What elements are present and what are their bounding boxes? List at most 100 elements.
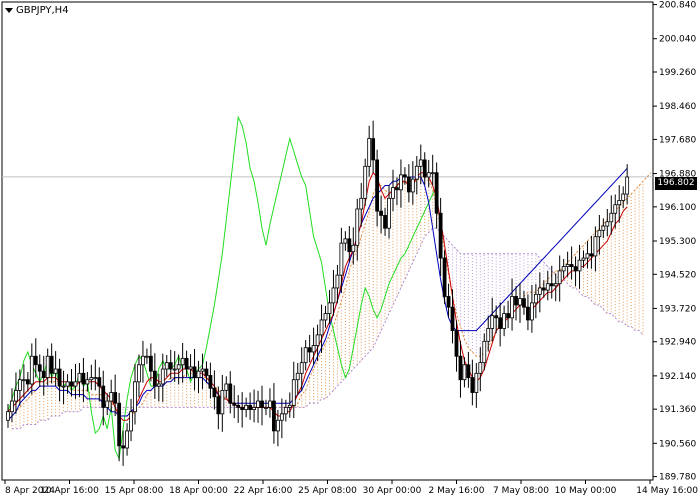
candle — [156, 373, 161, 402]
candle-body — [597, 229, 602, 238]
candle-body — [137, 364, 141, 383]
price-chart[interactable]: 200.840 200.040 199.260 198.460 197.680 196.8… — [0, 0, 700, 500]
candle-body — [462, 364, 467, 381]
candle — [152, 353, 157, 399]
candle — [109, 379, 114, 412]
candle-body — [49, 355, 54, 374]
candle-body — [613, 204, 618, 214]
candle-body — [184, 357, 189, 370]
candle-body — [454, 330, 459, 357]
candle — [133, 363, 137, 425]
dropdown-arrow-icon[interactable] — [5, 8, 13, 13]
candle-body — [355, 208, 360, 246]
candle-body — [402, 174, 407, 178]
x-tick-label: 10 Apr 16:00 — [40, 486, 99, 496]
candle — [514, 286, 518, 321]
candle — [375, 149, 380, 227]
candle — [69, 369, 74, 397]
candle-body — [319, 319, 324, 336]
candle-body — [148, 355, 153, 372]
candle-body — [375, 159, 380, 212]
candle-body — [41, 370, 46, 378]
y-axis-ticks: 200.840 200.040 199.260 198.460 197.680 196.8… — [653, 1, 696, 483]
candle-body — [268, 400, 272, 408]
candle — [434, 162, 439, 229]
candle-body — [291, 379, 296, 406]
candle-body — [518, 298, 522, 306]
candle-body — [172, 368, 177, 371]
candle — [561, 258, 566, 279]
candle — [577, 244, 582, 289]
candle — [367, 125, 372, 177]
candle — [351, 227, 356, 265]
candle — [252, 389, 256, 423]
candle-body — [565, 264, 570, 268]
candle-body — [327, 302, 332, 314]
x-tick-label: 18 Apr 00:00 — [169, 486, 228, 496]
candle — [268, 388, 272, 418]
candle-body — [446, 296, 451, 308]
candle — [442, 250, 447, 305]
candle-body — [133, 381, 137, 413]
candle-body — [61, 385, 66, 388]
y-tick-label: 197.680 — [659, 135, 696, 145]
candle-body — [379, 210, 383, 216]
candle-body — [279, 413, 284, 421]
candle — [303, 340, 308, 371]
candle-body — [418, 159, 423, 167]
candle — [601, 218, 606, 239]
chart-area[interactable]: 200.840 200.040 199.260 198.460 197.680 196.8… — [0, 0, 700, 500]
candle — [474, 363, 479, 408]
candle-body — [561, 266, 566, 272]
candle-body — [240, 407, 245, 410]
candle-body — [212, 387, 217, 398]
candle-body — [395, 187, 399, 191]
candle — [498, 302, 503, 347]
candle — [212, 370, 217, 410]
candle — [260, 385, 264, 426]
candle-body — [549, 283, 554, 287]
y-tick-label: 192.140 — [659, 372, 696, 382]
candle-body — [192, 366, 197, 378]
candle-body — [45, 355, 50, 378]
candle — [287, 392, 292, 418]
y-tick-label: 189.780 — [659, 473, 696, 483]
symbol-timeframe-label[interactable]: GBPJPY,H4 — [16, 5, 69, 16]
candle-body — [430, 172, 435, 175]
candle-body — [117, 402, 122, 447]
candle — [272, 383, 276, 444]
y-tick-label: 190.560 — [659, 439, 696, 449]
candle-body — [315, 334, 320, 346]
candle-body — [399, 174, 403, 191]
candle-body — [101, 385, 106, 408]
candle-body — [514, 296, 518, 306]
candle-body — [605, 221, 610, 227]
candle — [236, 395, 241, 423]
candle — [406, 164, 411, 203]
candle-body — [65, 381, 70, 387]
candle-body — [533, 293, 538, 304]
candle — [160, 353, 165, 402]
y-tick-label: 191.360 — [659, 405, 696, 415]
candle-body — [29, 355, 34, 385]
candle-body — [426, 172, 431, 178]
candle — [279, 398, 284, 439]
x-tick-label: 22 Apr 16:00 — [234, 486, 293, 496]
candle — [208, 362, 213, 399]
candle — [148, 343, 153, 382]
candle-body — [581, 257, 586, 261]
candle-body — [21, 379, 26, 382]
candle — [224, 376, 229, 399]
candle — [21, 364, 26, 398]
candle — [613, 194, 618, 229]
candle — [343, 231, 348, 251]
candle-body — [617, 200, 622, 206]
candle-body — [569, 264, 574, 268]
x-tick-label: 15 Apr 08:00 — [105, 486, 164, 496]
candle-body — [208, 375, 213, 389]
y-tick-label: 193.720 — [659, 304, 696, 314]
candle-body — [625, 176, 630, 195]
y-tick-label: 199.260 — [659, 68, 696, 78]
candle-body — [573, 266, 578, 272]
candle-body — [335, 274, 340, 289]
